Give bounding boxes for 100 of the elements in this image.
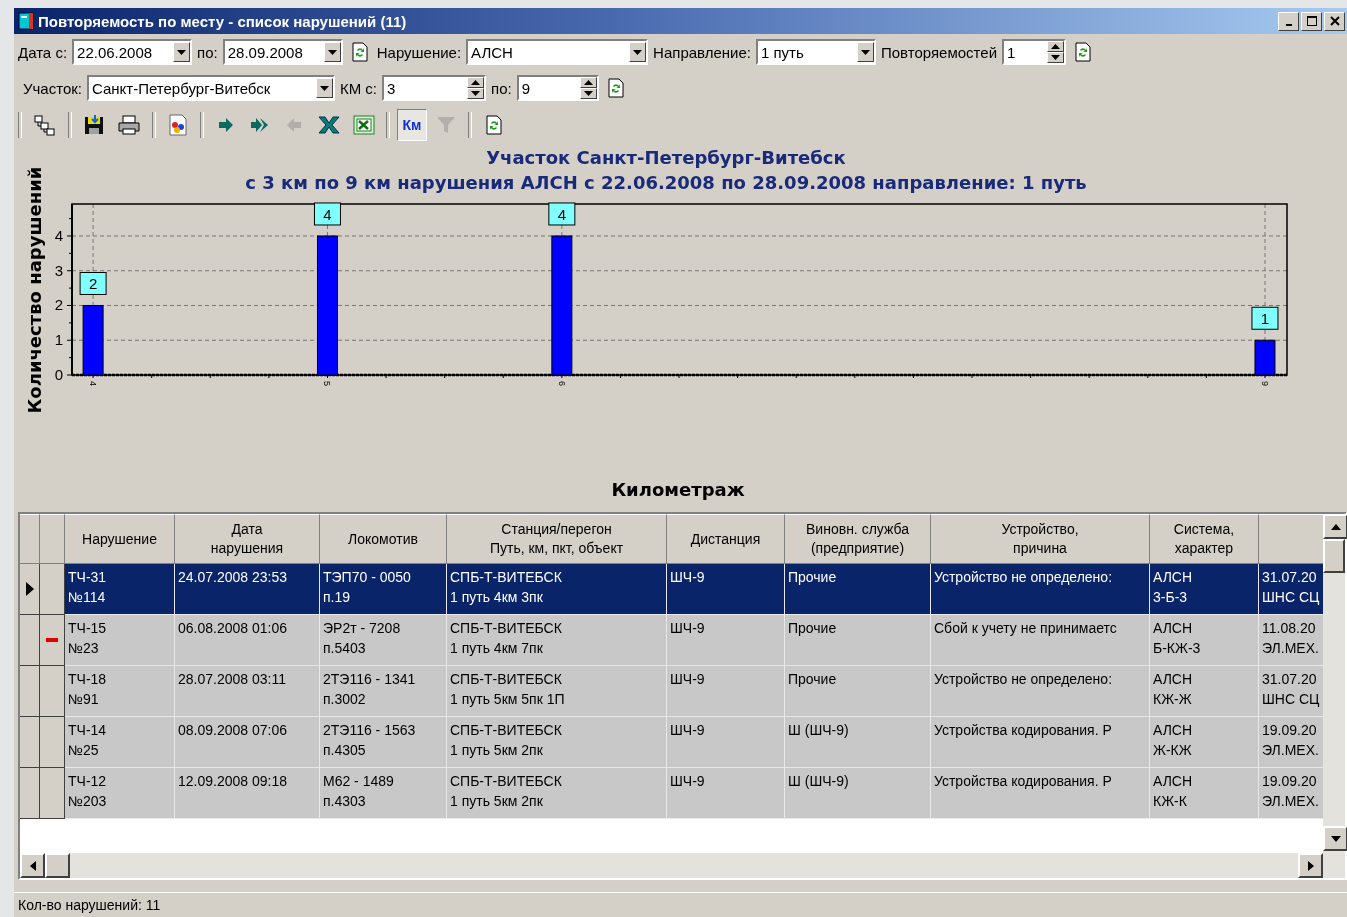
hierarchy-icon <box>33 114 57 136</box>
column-header: Станция/перегон Путь, км, пкт, объект <box>447 514 667 564</box>
table-row[interactable]: ТЧ-14 №25 08.09.2008 07:06 2ТЭ116 - 1563 п.4305 СПБ-Т-ВИТЕБСК 1 путь 5км 2пк ШЧ-9 Ш (ШЧ-9) Устройства кодирования. Р АЛСН Ж-КЖ 19.09.20 ЭЛ.МЕХ. <box>20 717 1323 768</box>
current-row-icon <box>25 582 34 596</box>
table-row[interactable]: ТЧ-15 №23 06.08.2008 01:06 ЭР2т - 7208 п.5403 СПБ-Т-ВИТЕБСК 1 путь 4км 7пк ШЧ-9 Прочие Сбой к учету не принимаетс АЛСН Б-КЖ-3 11.08.20 ЭЛ.МЕХ. <box>20 615 1323 666</box>
data-label: 4 <box>313 202 341 226</box>
spin-up-icon <box>583 80 593 85</box>
row-header[interactable] <box>20 615 40 666</box>
row-header[interactable] <box>40 615 65 666</box>
spin-down-icon <box>583 91 593 96</box>
table-row[interactable]: ТЧ-31 №114 24.07.2008 23:53 ТЭП70 - 0050 п.19 СПБ-Т-ВИТЕБСК 1 путь 4км 3пк ШЧ-9 Прочие Устройство не определено: АЛСН 3-Б-3 31.07.20 ШНС СЦ <box>20 564 1323 615</box>
dropdown-arrow-icon <box>319 85 329 91</box>
dropdown-field[interactable]: 1 путь <box>756 39 876 65</box>
column-header: Устройство, причина <box>931 514 1150 564</box>
field-label: Дата с: <box>18 43 68 61</box>
x-tick-label: 6 <box>556 381 567 386</box>
scroll-up-icon[interactable] <box>1330 523 1341 530</box>
data-label: 4 <box>557 205 567 223</box>
app-icon <box>18 12 34 30</box>
arrow-right-icon <box>216 115 236 135</box>
data-label: 4 <box>548 202 576 226</box>
row-header[interactable] <box>20 768 40 819</box>
field-label: по: <box>491 79 512 97</box>
dropdown-field[interactable]: Санкт-Петербург-Витебск <box>86 75 335 101</box>
y-tick-label: 0 <box>54 366 63 383</box>
vertical-scrollbar[interactable] <box>1323 514 1345 878</box>
row-header[interactable] <box>20 666 40 717</box>
column-header: Виновн. служба (предприятие) <box>785 514 931 564</box>
colored-document-icon <box>167 113 189 137</box>
field-label: Участок: <box>23 79 82 97</box>
column-header: Дата нарушения <box>175 514 320 564</box>
column-header: Дистанция <box>667 514 785 564</box>
scroll-down-icon[interactable] <box>1330 835 1341 842</box>
spreadsheet-icon <box>353 114 375 136</box>
spin-up-icon <box>1051 44 1060 49</box>
x-icon <box>317 115 341 135</box>
horizontal-scrollbar[interactable] <box>20 853 1323 878</box>
dropdown-arrow-icon <box>633 49 643 55</box>
scroll-thumb[interactable] <box>1323 539 1345 573</box>
field-label: Повторяемостей <box>881 43 997 61</box>
column-header: Система, характер <box>1150 514 1259 564</box>
field-label: КМ с: <box>339 79 378 97</box>
dropdown-field[interactable]: АЛСН <box>466 39 649 65</box>
x-tick-label: 4 <box>88 381 99 386</box>
row-header[interactable] <box>40 564 65 615</box>
dropdown-arrow-icon <box>177 49 187 55</box>
row-header[interactable] <box>40 768 65 819</box>
data-label: 4 <box>323 205 332 223</box>
printer-icon <box>117 114 141 136</box>
km-toggle-button[interactable]: Км <box>397 109 427 141</box>
minimize-button[interactable] <box>1278 11 1299 31</box>
field-label: Направление: <box>653 43 751 61</box>
field-label: Нарушение: <box>376 43 462 61</box>
column-header: Локомотив <box>320 514 447 564</box>
data-label: 2 <box>88 275 98 293</box>
spin-down-icon <box>1051 55 1060 60</box>
dropdown-field[interactable]: 22.06.2008 <box>72 39 193 65</box>
maximize-button[interactable] <box>1301 11 1322 31</box>
bar <box>1254 339 1276 376</box>
spin-down-icon <box>471 91 481 96</box>
dropdown-arrow-icon <box>327 49 337 55</box>
maximize-icon <box>1306 16 1317 26</box>
table-row[interactable]: ТЧ-12 №203 12.09.2008 09:18 М62 - 1489 п.4303 СПБ-Т-ВИТЕБСК 1 путь 5км 2пк ШЧ-9 Ш (ШЧ-9) Устройства кодирования. Р АЛСН КЖ-К 19.09.20 ЭЛ.МЕХ. <box>20 768 1323 819</box>
scroll-thumb[interactable] <box>45 853 70 878</box>
column-header: Нарушение <box>65 514 175 564</box>
row-header[interactable] <box>20 564 40 615</box>
dropdown-arrow-icon <box>861 49 870 55</box>
x-tick-label: 9 <box>1259 381 1270 386</box>
window-title: Повторяемость по месту - список нарушений (11) <box>38 12 408 30</box>
y-tick-label: 2 <box>54 296 63 314</box>
spin-field[interactable]: 3 <box>382 75 487 101</box>
scroll-left-icon[interactable] <box>29 860 36 871</box>
data-label: 1 <box>1260 310 1270 328</box>
bar <box>82 305 104 376</box>
filter-icon <box>435 115 457 135</box>
chart-title: с 3 км по 9 км нарушения АЛСН с 22.06.2008 по 28.09.2008 направление: 1 путь <box>245 172 1087 193</box>
dropdown-field[interactable]: 28.09.2008 <box>222 39 343 65</box>
y-tick-label: 3 <box>54 261 63 279</box>
status-text: Кол-во нарушений: 11 <box>18 897 161 913</box>
data-label: 2 <box>79 272 107 295</box>
y-tick-label: 1 <box>54 331 63 349</box>
x-tick-label: 5 <box>322 381 333 386</box>
row-header[interactable] <box>20 717 40 768</box>
spin-field[interactable]: 1 <box>1002 39 1066 65</box>
spin-field[interactable]: 9 <box>516 75 599 101</box>
y-axis-label: Количество нарушений <box>24 166 45 414</box>
row-header[interactable] <box>40 717 65 768</box>
data-label: 1 <box>1251 306 1279 330</box>
close-button[interactable] <box>1324 11 1345 31</box>
chart-annotation: Километраж <box>611 479 745 500</box>
minimize-icon <box>1285 23 1292 26</box>
row-header[interactable] <box>40 666 65 717</box>
spin-up-icon <box>471 80 481 85</box>
refresh-icon <box>486 115 502 135</box>
chart-title: Участок Санкт-Петербург-Витебск <box>486 147 846 168</box>
close-icon <box>1329 16 1340 26</box>
y-tick-label: 4 <box>54 227 63 244</box>
table-row[interactable]: ТЧ-18 №91 28.07.2008 03:11 2ТЭ116 - 1341 п.3002 СПБ-Т-ВИТЕБСК 1 путь 5км 5пк 1П ШЧ-9 Прочие Устройство не определено: АЛСН КЖ-Ж 31.07.20 ШНС СЦ <box>20 666 1323 717</box>
field-label: по: <box>197 43 218 61</box>
scroll-right-icon[interactable] <box>1307 860 1314 871</box>
